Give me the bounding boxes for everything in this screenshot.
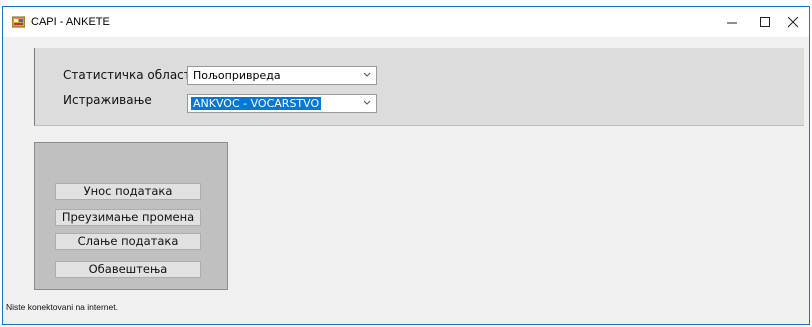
chevron-down-icon — [362, 69, 372, 81]
area-label: Статистичка област — [63, 68, 191, 82]
app-icon — [11, 15, 26, 28]
connection-status: Niste konektovani na internet. — [6, 302, 118, 312]
download-changes-button[interactable]: Преузимање промена — [55, 209, 201, 226]
survey-select-value: ANKVOC - VOCARSTVO — [191, 97, 322, 110]
area-select[interactable]: Пољопривреда — [187, 66, 377, 85]
minimize-button[interactable] — [715, 7, 749, 37]
survey-label: Истраживање — [63, 93, 152, 107]
title-bar[interactable]: CAPI - ANKETE — [3, 7, 809, 37]
chevron-down-icon — [362, 97, 372, 109]
window-title: CAPI - ANKETE — [31, 16, 110, 28]
notifications-button[interactable]: Обавештења — [55, 261, 201, 278]
data-entry-button[interactable]: Унос података — [55, 183, 201, 200]
send-data-button[interactable]: Слање података — [55, 233, 201, 250]
filter-panel: Статистичка област Пољопривреда Истражив… — [34, 48, 804, 126]
close-button[interactable] — [776, 7, 810, 37]
survey-select[interactable]: ANKVOC - VOCARSTVO — [187, 94, 377, 113]
actions-panel: Унос података Преузимање промена Слање п… — [34, 142, 228, 290]
area-select-value: Пољопривреда — [193, 69, 281, 82]
